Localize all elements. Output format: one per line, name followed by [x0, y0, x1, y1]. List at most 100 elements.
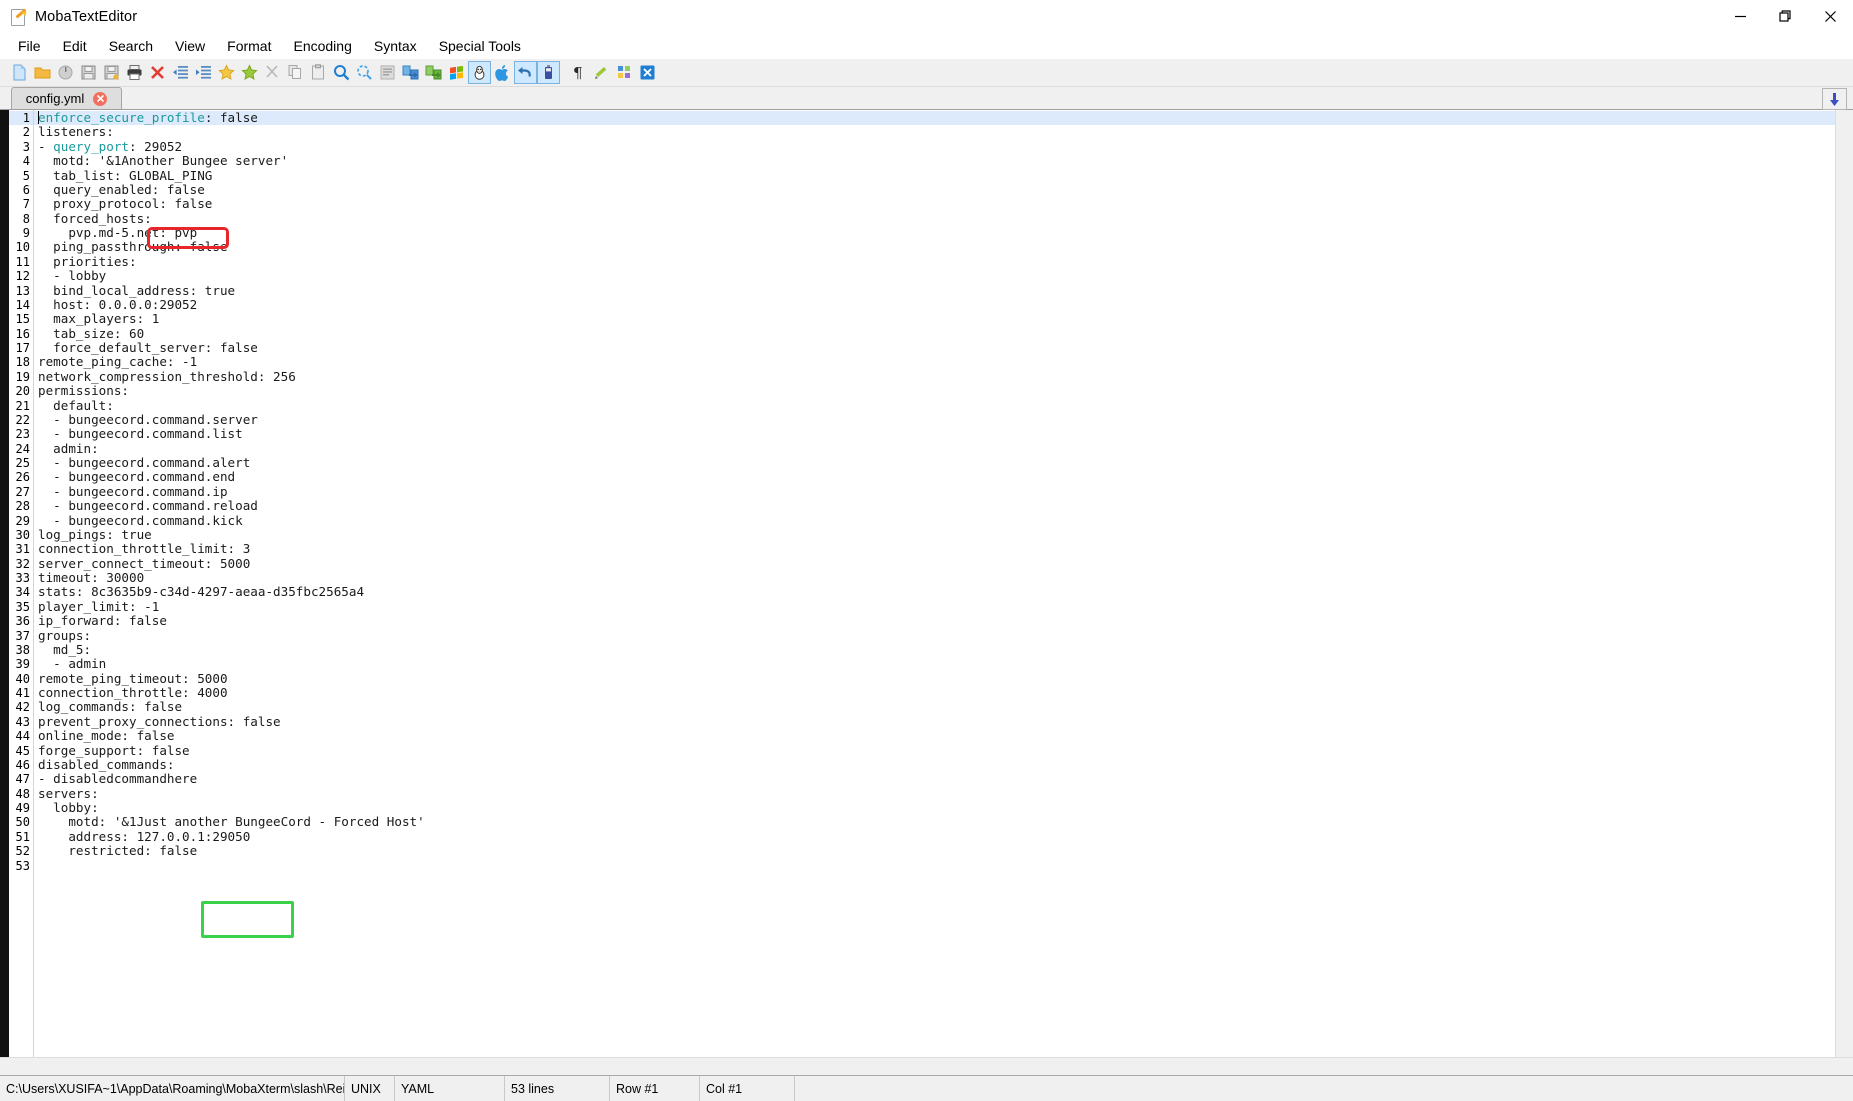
code-line[interactable]: restricted: false	[34, 843, 1853, 858]
code-line[interactable]: - bungeecord.command.reload	[34, 498, 1853, 513]
open-folder-icon[interactable]	[31, 61, 54, 84]
new-file-icon[interactable]	[8, 61, 31, 84]
code-line[interactable]: admin:	[34, 441, 1853, 456]
copy-icon[interactable]	[284, 61, 307, 84]
code-line[interactable]: query_enabled: false	[34, 182, 1853, 197]
code-line[interactable]: connection_throttle: 4000	[34, 685, 1853, 700]
undo-icon[interactable]	[514, 61, 537, 84]
settings-icon[interactable]	[613, 61, 636, 84]
code-line[interactable]: - bungeecord.command.kick	[34, 513, 1853, 528]
code-line[interactable]: lobby:	[34, 800, 1853, 815]
menu-search[interactable]: Search	[98, 35, 164, 58]
code-line[interactable]: groups:	[34, 628, 1853, 643]
code-line[interactable]: ping_passthrough: false	[34, 239, 1853, 254]
save-as-icon[interactable]	[100, 61, 123, 84]
maximize-button[interactable]	[1763, 0, 1808, 33]
code-line[interactable]: connection_throttle_limit: 3	[34, 541, 1853, 556]
code-line[interactable]: enforce_secure_profile: false	[34, 110, 1853, 126]
code-line[interactable]: - bungeecord.command.end	[34, 469, 1853, 484]
code-line[interactable]: - bungeecord.command.alert	[34, 455, 1853, 470]
code-line[interactable]: - lobby	[34, 268, 1853, 283]
code-line[interactable]: server_connect_timeout: 5000	[34, 556, 1853, 571]
code-text-area[interactable]: enforce_secure_profile: false listeners: -…	[34, 110, 1853, 1075]
code-line[interactable]: motd: '&1Another Bungee server'	[34, 153, 1853, 168]
menu-view[interactable]: View	[164, 35, 216, 58]
decrease-indent-icon[interactable]	[169, 61, 192, 84]
code-line[interactable]: remote_ping_cache: -1	[34, 354, 1853, 369]
show-pilcrow-icon[interactable]: ¶	[567, 61, 590, 84]
save-icon[interactable]	[77, 61, 100, 84]
code-line[interactable]: remote_ping_timeout: 5000	[34, 671, 1853, 686]
code-line[interactable]: stats: 8c3635b9-c34d-4297-aeaa-d35fbc256…	[34, 584, 1853, 599]
close-button[interactable]	[1808, 0, 1853, 33]
code-line[interactable]: forge_support: false	[34, 743, 1853, 758]
unix-format-icon[interactable]	[468, 61, 491, 84]
code-line[interactable]: online_mode: false	[34, 728, 1853, 743]
reload-icon[interactable]	[54, 61, 77, 84]
horizontal-scrollbar[interactable]	[0, 1057, 1853, 1075]
menu-format[interactable]: Format	[216, 35, 282, 58]
code-line[interactable]: log_commands: false	[34, 699, 1853, 714]
code-line[interactable]: permissions:	[34, 383, 1853, 398]
vertical-scrollbar[interactable]	[1835, 110, 1853, 1075]
code-line[interactable]: player_limit: -1	[34, 599, 1853, 614]
code-line[interactable]: - disabledcommandhere	[34, 771, 1853, 786]
vertical-scroll-thumb[interactable]	[1837, 110, 1852, 1075]
menu-edit[interactable]: Edit	[52, 35, 98, 58]
code-line[interactable]: pvp.md-5.net: pvp	[34, 225, 1853, 240]
print-icon[interactable]	[123, 61, 146, 84]
code-line[interactable]: log_pings: true	[34, 527, 1853, 542]
menu-encoding[interactable]: Encoding	[282, 35, 362, 58]
code-line[interactable]: - query_port: 29052	[34, 139, 1853, 154]
code-line[interactable]: network_compression_threshold: 256	[34, 369, 1853, 384]
scroll-to-bottom-icon[interactable]	[1822, 88, 1847, 110]
menu-syntax[interactable]: Syntax	[363, 35, 428, 58]
code-line[interactable]: servers:	[34, 786, 1853, 801]
bookmark-icon[interactable]	[238, 61, 261, 84]
code-line[interactable]: default:	[34, 398, 1853, 413]
code-line[interactable]: prevent_proxy_connections: false	[34, 714, 1853, 729]
code-line[interactable]: - bungeecord.command.server	[34, 412, 1853, 427]
tab-config-yml[interactable]: config.yml	[11, 87, 122, 109]
code-line[interactable]: force_default_server: false	[34, 340, 1853, 355]
cut-icon[interactable]	[261, 61, 284, 84]
code-line[interactable]: forced_hosts:	[34, 211, 1853, 226]
code-line[interactable]: disabled_commands:	[34, 757, 1853, 772]
exit-icon[interactable]	[636, 61, 659, 84]
code-line[interactable]: - admin	[34, 656, 1853, 671]
code-line[interactable]: priorities:	[34, 254, 1853, 269]
bookmark-add-icon[interactable]	[215, 61, 238, 84]
code-line[interactable]: - bungeecord.command.list	[34, 426, 1853, 441]
code-line[interactable]: max_players: 1	[34, 311, 1853, 326]
compare-right-icon[interactable]	[422, 61, 445, 84]
menu-file[interactable]: File	[7, 35, 52, 58]
code-line[interactable]: proxy_protocol: false	[34, 196, 1853, 211]
increase-indent-icon[interactable]	[192, 61, 215, 84]
code-line[interactable]: host: 0.0.0.0:29052	[34, 297, 1853, 312]
find-next-icon[interactable]	[353, 61, 376, 84]
minimize-button[interactable]	[1718, 0, 1763, 33]
paste-icon[interactable]	[307, 61, 330, 84]
menu-special-tools[interactable]: Special Tools	[428, 35, 532, 58]
usb-save-icon[interactable]	[537, 61, 560, 84]
code-line[interactable]: tab_size: 60	[34, 326, 1853, 341]
tab-close-icon[interactable]	[93, 91, 108, 106]
code-line[interactable]: bind_local_address: true	[34, 283, 1853, 298]
code-line[interactable]: md_5:	[34, 642, 1853, 657]
code-line[interactable]: - bungeecord.command.ip	[34, 484, 1853, 499]
code-line[interactable]: ip_forward: false	[34, 613, 1853, 628]
compare-left-icon[interactable]	[399, 61, 422, 84]
line-number: 1	[9, 111, 33, 126]
windows-format-icon[interactable]	[445, 61, 468, 84]
find-icon[interactable]	[330, 61, 353, 84]
code-line[interactable]: listeners:	[34, 124, 1853, 139]
mac-format-icon[interactable]	[491, 61, 514, 84]
close-file-icon[interactable]	[146, 61, 169, 84]
code-line[interactable]: motd: '&1Just another BungeeCord - Force…	[34, 814, 1853, 829]
code-line[interactable]: timeout: 30000	[34, 570, 1853, 585]
highlighter-icon[interactable]	[590, 61, 613, 84]
wrap-lines-icon[interactable]	[376, 61, 399, 84]
code-line[interactable]: tab_list: GLOBAL_PING	[34, 168, 1853, 183]
code-line[interactable]: address: 127.0.0.1:29050	[34, 829, 1853, 844]
code-line[interactable]	[34, 859, 1853, 873]
